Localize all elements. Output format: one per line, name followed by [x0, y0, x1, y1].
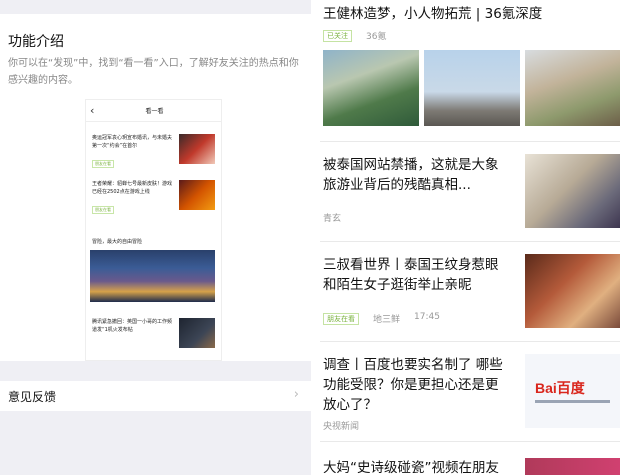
article-image	[323, 50, 419, 126]
preview-item-tag: 朋友在看	[92, 160, 114, 168]
feature-title: 功能介绍	[8, 34, 64, 50]
preview-item-text: 腾讯紧急撤回：英国一小哥的工作频道发“1机火发布帖	[92, 319, 173, 333]
preview-city-image	[90, 250, 215, 302]
article-title-line: 被泰国网站禁播，这就是大象	[323, 157, 499, 173]
preview-item-thumbnail	[179, 134, 215, 164]
article-image	[525, 50, 620, 126]
article-source: 36氪	[366, 32, 387, 42]
article-source: 央视新闻	[323, 422, 360, 432]
feature-intro-card: 功能介绍 你可以在“发现”中，找到“看一看”入口，了解好友关注的热点和你感兴趣的…	[0, 14, 311, 361]
screen: 功能介绍 你可以在“发现”中，找到“看一看”入口，了解好友关注的热点和你感兴趣的…	[0, 0, 620, 475]
article-source: 青玄	[323, 214, 342, 224]
article-thumbnail	[525, 458, 620, 475]
divider	[320, 241, 620, 242]
settings-panel: 功能介绍 你可以在“发现”中，找到“看一看”入口，了解好友关注的热点和你感兴趣的…	[0, 0, 311, 475]
chevron-right-icon: ›	[293, 387, 299, 402]
article-title: 大妈“史诗级碰瓷”视频在朋友	[323, 460, 499, 475]
article-title-line: 放心了？	[323, 397, 377, 413]
article-title-line: 三叔看世界丨泰国王纹身惹眼	[323, 257, 499, 273]
preview-list-item: 奥运冠军袁心玥宣布婚讯，与未婚夫第一次“约会”在首尔 朋友在看	[90, 134, 219, 174]
preview-item-tag: 朋友在看	[92, 206, 114, 214]
article-feed: 王健林造梦，小人物拓荒 | 36氪深度 已关注 36氪 被泰国网站禁播，这就是大…	[312, 0, 620, 475]
preview-nav-bar: ‹ 看一看	[86, 100, 221, 122]
article-thumbnail	[525, 154, 620, 228]
preview-item-thumbnail	[179, 318, 215, 348]
article-title-line: 和陌生女子逛街举止亲昵	[323, 277, 472, 293]
article-title-line: 调查丨百度也要实名制了 哪些	[323, 357, 503, 373]
article-time: 17:45	[414, 312, 440, 322]
divider	[320, 341, 620, 342]
article-thumbnail	[525, 254, 620, 328]
article-image	[424, 50, 520, 126]
preview-item-text: 奥运冠军袁心玥宣布婚讯，与未婚夫第一次“约会”在首尔	[92, 135, 173, 149]
article-title: 王健林造梦，小人物拓荒 | 36氪深度	[323, 6, 543, 22]
top-spacer	[0, 0, 311, 14]
preview-item-thumbnail	[179, 180, 215, 210]
feature-description: 你可以在“发现”中，找到“看一看”入口，了解好友关注的热点和你感兴趣的内容。	[8, 58, 299, 86]
preview-title: 看一看	[145, 108, 164, 115]
preview-big-title: 冒险，最大的自由冒险	[92, 239, 143, 245]
article-thumbnail: Bai百度	[525, 354, 620, 428]
logo-caption-line	[535, 400, 610, 403]
preview-list-item: 腾讯紧急撤回：英国一小哥的工作频道发“1机火发布帖	[90, 318, 219, 358]
feedback-label: 意见反馈	[8, 390, 57, 404]
article-title-line: 功能受限？你是更担心还是更	[323, 377, 499, 393]
preview-item-text: 王者荣耀：貂蝉七号最新皮肤！游戏已经在2502点在游戏上线	[92, 181, 173, 195]
article-source: 地三鲜	[373, 315, 401, 325]
preview-list-item: 王者荣耀：貂蝉七号最新皮肤！游戏已经在2502点在游戏上线 朋友在看	[90, 180, 219, 220]
baidu-logo: Bai百度	[535, 380, 585, 396]
divider	[320, 141, 620, 142]
preview-screenshot: ‹ 看一看 奥运冠军袁心玥宣布婚讯，与未婚夫第一次“约会”在首尔 朋友在看 王者…	[85, 99, 222, 361]
divider	[320, 441, 620, 442]
article-tag: 朋友在看	[323, 313, 359, 325]
feedback-row[interactable]: 意见反馈 ›	[0, 381, 311, 411]
article-title-line: 旅游业背后的残酷真相...	[323, 177, 471, 193]
article-tag: 已关注	[323, 30, 352, 42]
